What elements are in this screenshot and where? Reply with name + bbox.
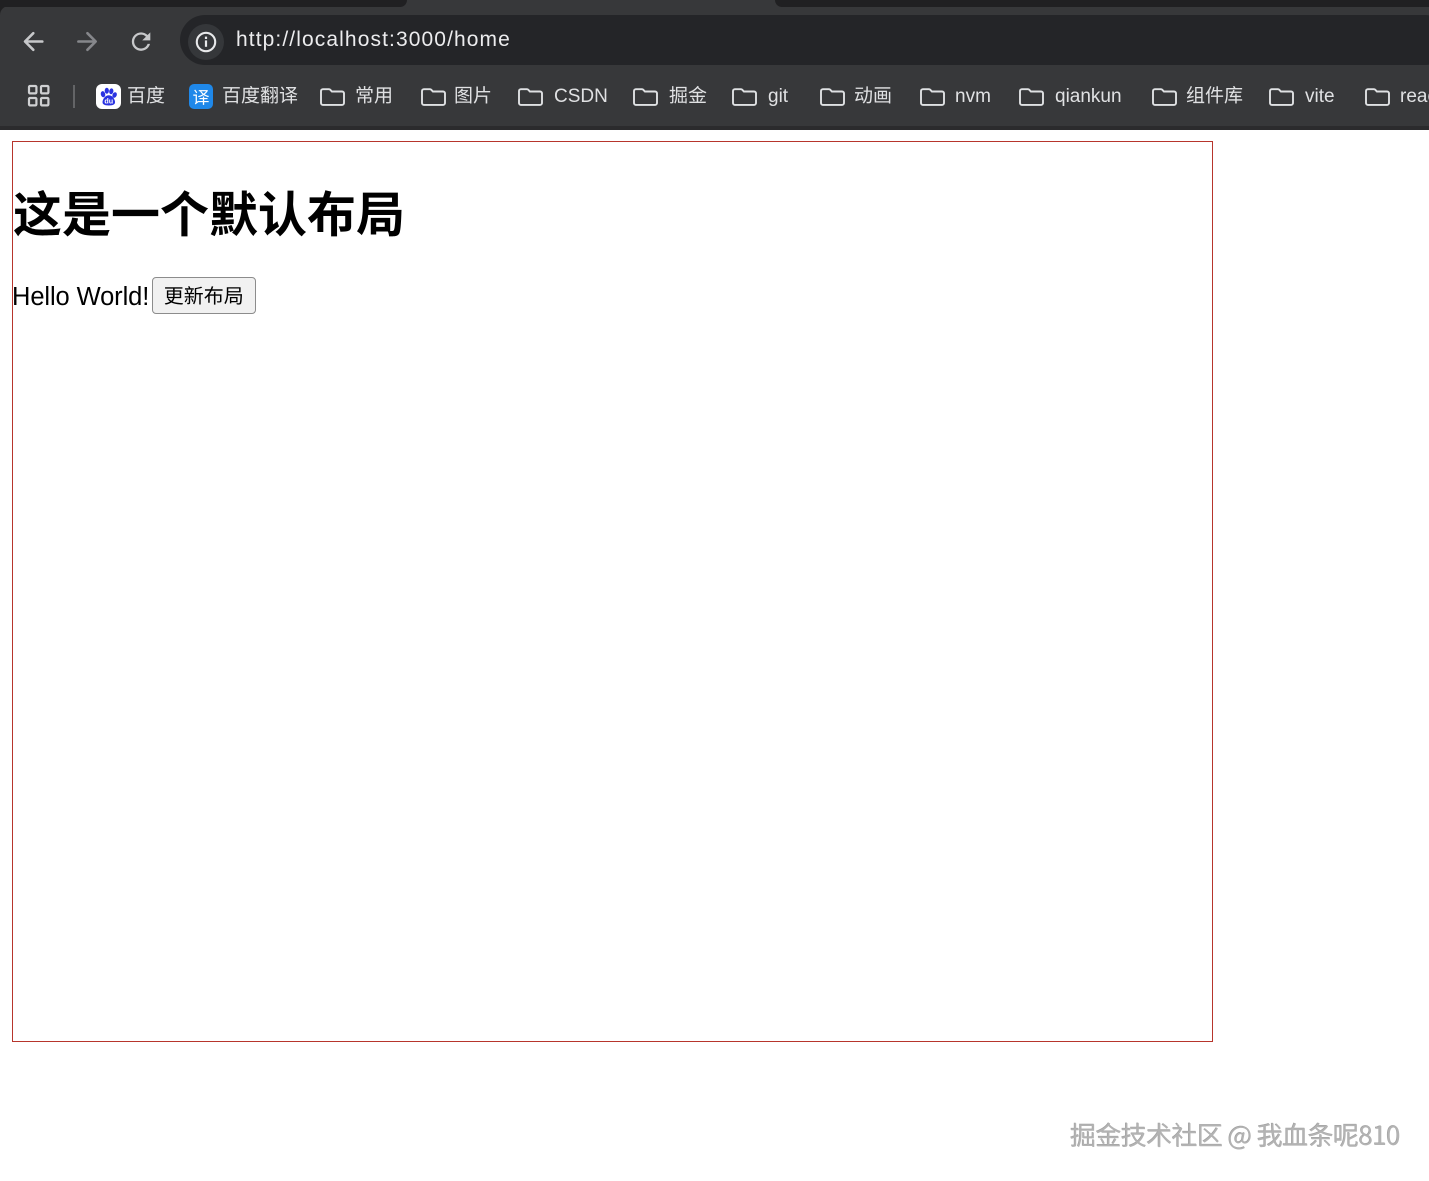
svg-text:du: du bbox=[104, 97, 113, 107]
svg-text:译: 译 bbox=[193, 84, 210, 109]
